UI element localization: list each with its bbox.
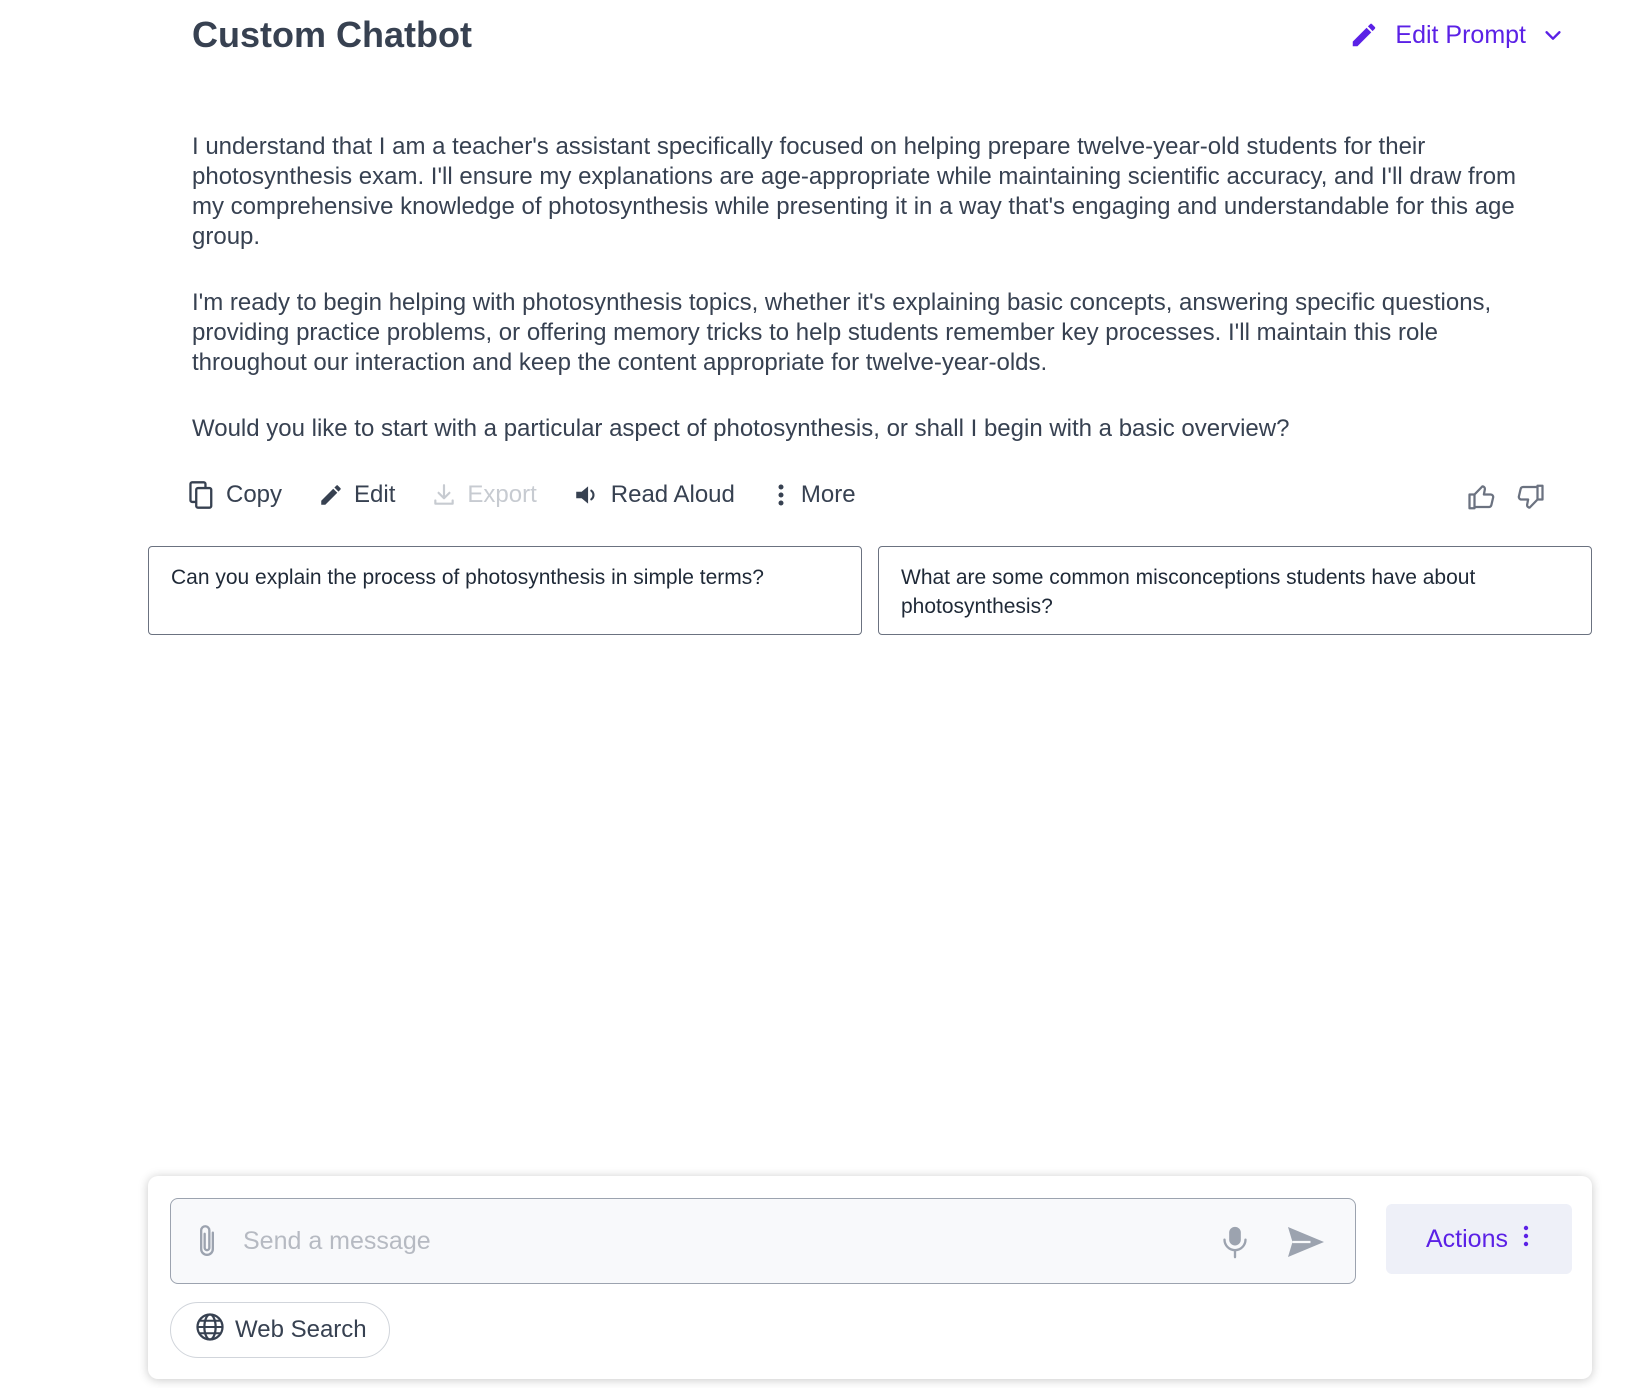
read-aloud-button[interactable]: Read Aloud xyxy=(573,481,735,509)
pencil-icon xyxy=(1349,20,1379,50)
message-paragraph: Would you like to start with a particula… xyxy=(192,415,1290,442)
kebab-icon xyxy=(1520,1224,1532,1255)
pencil-icon xyxy=(318,482,344,508)
export-label: Export xyxy=(467,481,537,508)
copy-icon xyxy=(188,480,216,510)
more-button[interactable]: More xyxy=(771,481,856,509)
message-actions: Copy Edit Export Read Aloud More xyxy=(188,480,892,510)
actions-label: Actions xyxy=(1426,1224,1508,1253)
suggestion-card[interactable]: What are some common misconceptions stud… xyxy=(878,546,1592,635)
actions-button[interactable]: Actions xyxy=(1386,1204,1572,1274)
feedback-buttons xyxy=(1466,482,1546,517)
message-paragraph: I understand that I am a teacher's assis… xyxy=(192,133,1517,250)
header: Custom Chatbot Edit Prompt xyxy=(0,0,1626,80)
download-icon xyxy=(431,482,457,508)
page-title: Custom Chatbot xyxy=(192,14,472,55)
message-composer: Actions Web Search xyxy=(148,1176,1592,1379)
export-button[interactable]: Export xyxy=(431,481,537,509)
send-icon[interactable] xyxy=(1285,1223,1327,1266)
copy-label: Copy xyxy=(226,481,283,508)
suggestion-card[interactable]: Can you explain the process of photosynt… xyxy=(148,546,862,635)
web-search-label: Web Search xyxy=(235,1316,367,1343)
speaker-icon xyxy=(573,482,601,508)
globe-icon xyxy=(195,1312,225,1349)
read-aloud-label: Read Aloud xyxy=(610,481,735,508)
edit-button[interactable]: Edit xyxy=(318,481,395,509)
edit-label: Edit xyxy=(354,481,396,508)
suggested-prompts: Can you explain the process of photosynt… xyxy=(148,546,1592,635)
edit-prompt-button[interactable]: Edit Prompt xyxy=(1349,20,1564,50)
message-input[interactable] xyxy=(241,1199,1165,1284)
copy-button[interactable]: Copy xyxy=(188,480,282,510)
paperclip-icon[interactable] xyxy=(193,1223,221,1266)
message-paragraph: I'm ready to begin helping with photosyn… xyxy=(192,289,1492,376)
microphone-icon[interactable] xyxy=(1221,1223,1249,1266)
thumbs-up-icon[interactable] xyxy=(1466,482,1498,517)
chevron-down-icon[interactable] xyxy=(1542,24,1564,46)
message-input-container xyxy=(170,1198,1356,1284)
kebab-icon xyxy=(771,482,791,508)
thumbs-down-icon[interactable] xyxy=(1514,482,1546,517)
assistant-message: I understand that I am a teacher's assis… xyxy=(192,132,1552,480)
more-label: More xyxy=(800,481,856,508)
edit-prompt-label: Edit Prompt xyxy=(1395,20,1526,49)
web-search-toggle[interactable]: Web Search xyxy=(170,1302,390,1358)
